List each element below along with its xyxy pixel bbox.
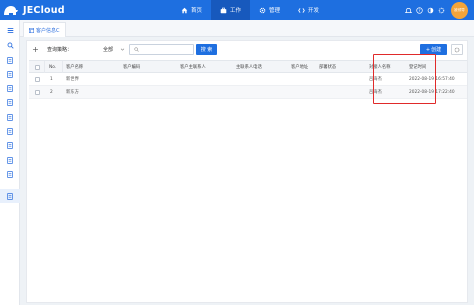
briefcase-icon bbox=[220, 7, 227, 13]
top-bar: JECloud 首页 工作 管理 开发 ? 被领导 bbox=[0, 0, 474, 20]
tab-bar: 客户信息C bbox=[20, 20, 474, 37]
col-no: No. bbox=[49, 64, 57, 70]
tab-customer-info[interactable]: 客户信息C bbox=[23, 22, 66, 37]
chevron-down-icon bbox=[120, 48, 125, 51]
row-checkbox[interactable] bbox=[35, 73, 40, 85]
col-customer-name: 客户名称 bbox=[66, 65, 84, 70]
nav-home[interactable]: 首页 bbox=[172, 0, 211, 20]
settings-button[interactable] bbox=[451, 44, 463, 55]
search-icon bbox=[7, 42, 14, 49]
document-icon bbox=[7, 141, 13, 149]
gear-icon bbox=[454, 47, 460, 52]
row-checkbox[interactable] bbox=[35, 86, 40, 98]
nav-manage-label: 管理 bbox=[269, 8, 281, 14]
document-icon bbox=[7, 170, 13, 178]
document-icon bbox=[7, 127, 13, 135]
table-icon bbox=[29, 27, 34, 33]
nav-work-label: 工作 bbox=[230, 8, 242, 14]
cell-customer-name: 新东方 bbox=[66, 90, 79, 95]
cell-customer-name: 新世界 bbox=[66, 77, 79, 82]
sidebar-search[interactable] bbox=[0, 38, 20, 52]
nav-manage[interactable]: 管理 bbox=[250, 0, 289, 20]
nav-home-label: 首页 bbox=[191, 8, 203, 14]
bell-icon[interactable] bbox=[403, 5, 414, 16]
document-icon bbox=[7, 113, 13, 121]
document-icon bbox=[7, 192, 13, 200]
nav-develop-label: 开发 bbox=[308, 8, 320, 14]
document-icon bbox=[7, 98, 13, 106]
sidebar bbox=[0, 20, 20, 305]
theme-icon[interactable] bbox=[425, 5, 436, 16]
document-icon bbox=[7, 156, 13, 164]
query-strategy-value: 全部 bbox=[103, 46, 114, 53]
top-right-tools: ? 被领导 bbox=[403, 0, 474, 20]
search-input[interactable] bbox=[129, 44, 194, 55]
help-icon[interactable]: ? bbox=[414, 5, 425, 16]
query-strategy-label: 查询策略： bbox=[47, 47, 73, 53]
sidebar-item-7[interactable] bbox=[0, 138, 20, 152]
nav-develop[interactable]: 开发 bbox=[289, 0, 328, 20]
nav-work[interactable]: 工作 bbox=[211, 0, 251, 20]
highlight-annotation-box bbox=[373, 54, 436, 104]
document-icon bbox=[7, 84, 13, 92]
col-deploy-status: 部署状态 bbox=[319, 65, 337, 70]
plus-icon: + bbox=[425, 46, 431, 53]
document-icon bbox=[7, 70, 13, 78]
col-address: 客户地址 bbox=[291, 65, 309, 70]
tab-label: 客户信息C bbox=[36, 27, 60, 34]
top-nav: 首页 工作 管理 开发 bbox=[172, 0, 328, 20]
search-button[interactable]: 搜 索 bbox=[196, 44, 217, 55]
sidebar-item-1[interactable] bbox=[0, 53, 20, 67]
sidebar-item-3[interactable] bbox=[0, 81, 20, 95]
add-icon[interactable]: + bbox=[31, 46, 40, 55]
sidebar-menu-toggle[interactable] bbox=[0, 23, 20, 37]
settings-icon[interactable] bbox=[436, 5, 447, 16]
svg-text:?: ? bbox=[418, 8, 420, 13]
select-all-checkbox[interactable] bbox=[35, 61, 40, 73]
sidebar-item-customer[interactable] bbox=[0, 189, 20, 203]
sidebar-item-9[interactable] bbox=[0, 167, 20, 181]
user-avatar[interactable]: 被领导 bbox=[451, 1, 468, 19]
home-icon bbox=[181, 7, 188, 13]
col-contact-phone: 主联系人电话 bbox=[236, 65, 262, 70]
col-customer-code: 客户编码 bbox=[123, 65, 141, 70]
cell-no: 2 bbox=[50, 89, 53, 95]
sidebar-item-4[interactable] bbox=[0, 95, 20, 109]
cell-no: 1 bbox=[50, 76, 53, 82]
code-icon bbox=[298, 7, 305, 13]
brand-name: JECloud bbox=[23, 4, 65, 16]
query-strategy-select[interactable]: 全部 bbox=[101, 44, 127, 54]
menu-icon bbox=[7, 27, 13, 33]
document-icon bbox=[7, 56, 13, 64]
create-button-label: 创建 bbox=[431, 47, 442, 53]
col-main-contact: 客户主联系人 bbox=[180, 65, 206, 70]
sidebar-item-6[interactable] bbox=[0, 124, 20, 138]
gear-icon bbox=[259, 7, 266, 13]
sidebar-item-8[interactable] bbox=[0, 153, 20, 167]
sidebar-item-5[interactable] bbox=[0, 110, 20, 124]
jecloud-logo-icon[interactable] bbox=[0, 0, 22, 20]
search-icon bbox=[134, 47, 139, 52]
sidebar-item-2[interactable] bbox=[0, 67, 20, 81]
